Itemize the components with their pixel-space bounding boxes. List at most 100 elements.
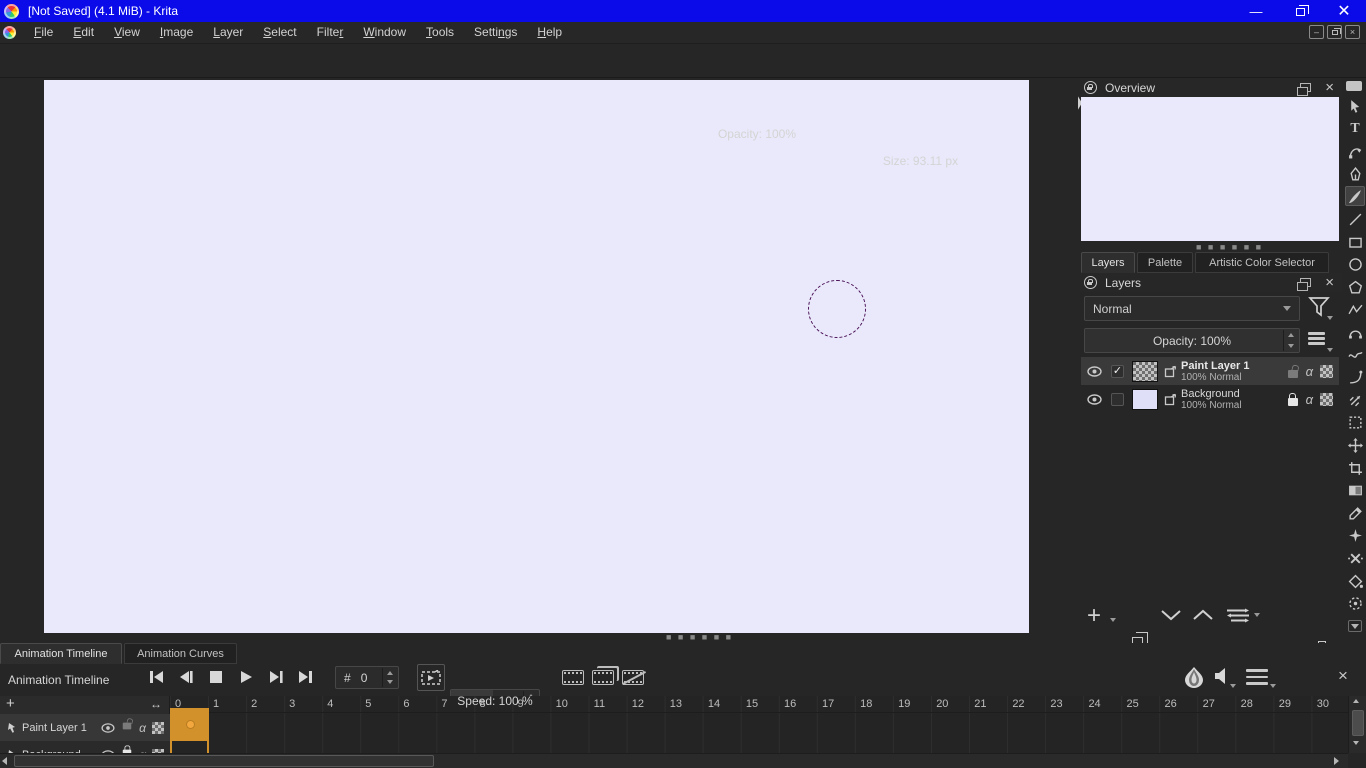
unlocked-icon[interactable]	[1288, 370, 1298, 378]
multibrush-tool-icon[interactable]	[1345, 390, 1365, 410]
frame-label-28[interactable]: 28	[1236, 696, 1274, 713]
tab-animation-timeline[interactable]: Animation Timeline	[0, 643, 122, 664]
visibility-eye-icon[interactable]	[1087, 366, 1102, 377]
mdi-restore-button[interactable]	[1327, 25, 1342, 39]
unlocked-icon[interactable]	[123, 722, 132, 729]
create-blank-frame-button[interactable]	[560, 665, 586, 689]
layer-opacity-spin-arrows[interactable]	[1283, 330, 1298, 351]
scroll-right-button[interactable]	[1334, 757, 1339, 765]
dynamic-brush-tool-icon[interactable]	[1345, 367, 1365, 387]
frame-label-22[interactable]: 22	[1007, 696, 1045, 713]
tab-artistic-color-selector[interactable]: Artistic Color Selector	[1195, 252, 1329, 273]
alpha-icon[interactable]: α	[139, 721, 146, 735]
overview-float-button[interactable]	[1300, 83, 1311, 92]
frame-label-6[interactable]: 6	[398, 696, 436, 713]
layer-properties-button[interactable]	[1226, 608, 1250, 623]
layers-float-button[interactable]	[1300, 278, 1311, 287]
scroll-left-button[interactable]	[2, 757, 7, 765]
alpha-inherit-icon[interactable]	[1320, 393, 1333, 406]
add-layer-button[interactable]: +	[1087, 605, 1101, 627]
move-tool-icon[interactable]	[1345, 435, 1365, 455]
drop-frames-button[interactable]	[417, 664, 445, 691]
timeline-row-background[interactable]: Background α	[0, 741, 170, 753]
overview-splitter-handle[interactable]: ■ ■ ■ ■ ■ ■	[1196, 244, 1263, 250]
menu-image[interactable]: Image	[150, 22, 203, 44]
active-frame-cell[interactable]	[172, 708, 207, 741]
layer-filter-button[interactable]	[1308, 296, 1330, 318]
frame-label-14[interactable]: 14	[703, 696, 741, 713]
calligraphy-tool-icon[interactable]	[1345, 164, 1365, 184]
menu-view[interactable]: View	[104, 22, 150, 44]
scroll-down-button[interactable]	[1353, 741, 1359, 745]
frame-label-2[interactable]: 2	[246, 696, 284, 713]
crop-tool-icon[interactable]	[1345, 458, 1365, 478]
overview-preview[interactable]	[1081, 97, 1339, 241]
vertical-scrollbar-thumb[interactable]	[1352, 710, 1364, 736]
alpha-inherit-icon[interactable]	[152, 722, 164, 734]
stop-button[interactable]	[203, 665, 229, 689]
frame-label-21[interactable]: 21	[969, 696, 1007, 713]
menu-layer[interactable]: Layer	[203, 22, 253, 44]
menu-edit[interactable]: Edit	[63, 22, 104, 44]
audio-options-button[interactable]	[1214, 667, 1230, 685]
delete-frame-button[interactable]	[620, 665, 646, 689]
freehand-path-tool-icon[interactable]	[1345, 345, 1365, 365]
timeline-ruler[interactable]: 0123456789101112131415161718192021222324…	[170, 696, 1348, 713]
canvas[interactable]	[44, 80, 1029, 633]
docker-lock-icon[interactable]	[1084, 81, 1097, 94]
window-minimize-button[interactable]: —	[1234, 0, 1278, 22]
menu-settings[interactable]: Settings	[464, 22, 527, 44]
fill-tool-icon[interactable]	[1345, 571, 1365, 591]
next-frame-button[interactable]	[263, 665, 289, 689]
properties-options-arrow[interactable]	[1254, 613, 1260, 617]
animation-settings-arrow[interactable]	[1270, 684, 1276, 688]
line-tool-icon[interactable]	[1345, 209, 1365, 229]
frame-label-23[interactable]: 23	[1045, 696, 1083, 713]
menu-window[interactable]: Window	[353, 22, 416, 44]
tab-palette[interactable]: Palette	[1137, 252, 1193, 273]
frame-label-4[interactable]: 4	[322, 696, 360, 713]
duplicate-frame-button[interactable]	[590, 665, 616, 689]
layer-row-background[interactable]: Background 100% Normal α	[1081, 385, 1339, 413]
rectangle-tool-icon[interactable]	[1345, 232, 1365, 252]
layer-view-options-arrow[interactable]	[1327, 348, 1333, 352]
layer-row-paint-layer-1[interactable]: ✓ Paint Layer 1 100% Normal α	[1081, 357, 1339, 385]
menu-select[interactable]: Select	[253, 22, 306, 44]
current-frame-spinbox[interactable]: # 0	[335, 666, 399, 689]
frame-label-11[interactable]: 11	[589, 696, 627, 713]
timeline-horizontal-scrollbar[interactable]	[0, 753, 1348, 768]
layer-thumbnail[interactable]	[1132, 389, 1158, 410]
frame-label-18[interactable]: 18	[855, 696, 893, 713]
frame-label-24[interactable]: 24	[1083, 696, 1121, 713]
freehand-brush-tool-icon[interactable]	[1345, 186, 1365, 206]
smart-patch-tool-icon[interactable]	[1345, 548, 1365, 568]
frame-spin-arrows[interactable]	[382, 668, 397, 687]
move-layer-down-button[interactable]	[1160, 608, 1182, 622]
polyline-tool-icon[interactable]	[1345, 299, 1365, 319]
onion-skin-button[interactable]	[1183, 666, 1205, 690]
layer-blending-mode-dropdown[interactable]: Normal	[1084, 296, 1300, 321]
color-sampler-tool-icon[interactable]	[1345, 503, 1365, 523]
mdi-minimize-button[interactable]: –	[1309, 25, 1324, 39]
timeline-zoom-handle[interactable]: ↔	[150, 697, 162, 711]
frame-label-3[interactable]: 3	[284, 696, 322, 713]
frame-label-1[interactable]: 1	[208, 696, 246, 713]
frame-label-16[interactable]: 16	[779, 696, 817, 713]
visibility-eye-icon[interactable]	[101, 723, 115, 733]
layer-opacity-slider[interactable]: Opacity: 100%	[1084, 328, 1300, 353]
select-shapes-tool-icon[interactable]	[1345, 96, 1365, 116]
canvas-splitter-handle[interactable]: ■ ■ ■ ■ ■ ■	[666, 634, 733, 640]
layer-view-mode-button[interactable]	[1308, 332, 1325, 345]
visibility-eye-icon[interactable]	[1087, 394, 1102, 405]
previous-frame-button[interactable]	[173, 665, 199, 689]
scroll-up-button[interactable]	[1353, 699, 1359, 703]
horizontal-scrollbar-thumb[interactable]	[14, 755, 434, 767]
colorize-mask-tool-icon[interactable]	[1345, 525, 1365, 545]
gradient-tool-icon[interactable]	[1345, 480, 1365, 500]
frame-label-25[interactable]: 25	[1122, 696, 1160, 713]
transform-tool-icon[interactable]	[1345, 412, 1365, 432]
layer-checkbox[interactable]	[1111, 393, 1124, 406]
bezier-curve-tool-icon[interactable]	[1345, 322, 1365, 342]
alpha-icon[interactable]: α	[1306, 364, 1313, 379]
menu-help[interactable]: Help	[527, 22, 572, 44]
